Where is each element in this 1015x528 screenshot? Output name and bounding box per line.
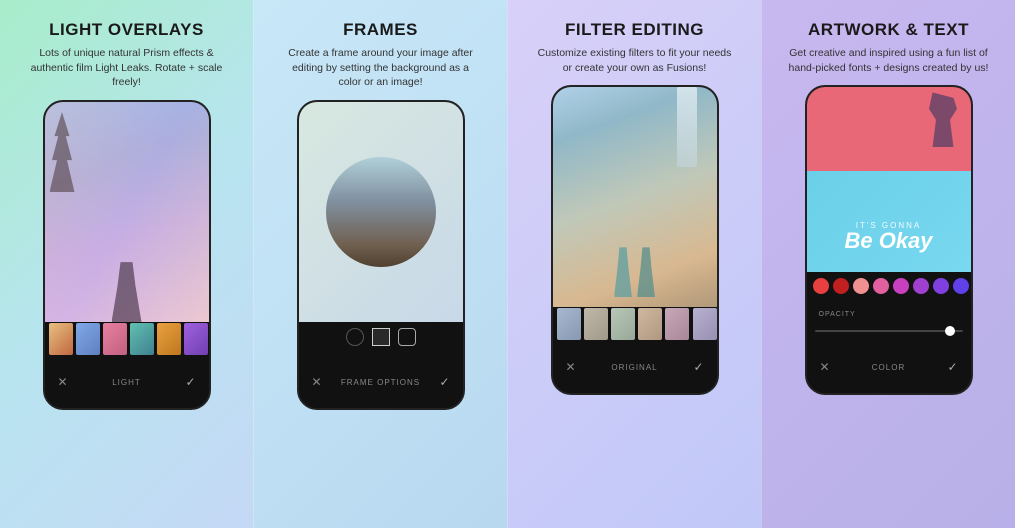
p3-thumb-nz bbox=[611, 308, 635, 340]
p3-image-area bbox=[553, 87, 717, 307]
p1-thumb-5 bbox=[157, 323, 181, 355]
p2-circle-frame bbox=[326, 157, 436, 267]
panel-1-title: LIGHT OVERLAYS bbox=[49, 20, 204, 40]
p2-rounded-shape-btn[interactable] bbox=[398, 328, 416, 346]
panel-3-desc: Customize existing filters to fit your n… bbox=[535, 46, 735, 75]
p2-bottom-label: FRAME OPTIONS bbox=[325, 378, 437, 387]
p3-figure-1 bbox=[614, 247, 632, 297]
phone-screen-3: FLORA WICKLOW NZ CAPE bbox=[553, 87, 717, 393]
phone-mockup-2: ◎ + ✕ FRAME OPTIONS ✓ bbox=[297, 100, 465, 410]
p3-thumb-cape bbox=[638, 308, 662, 340]
p4-opacity-label: OPACITY bbox=[813, 311, 862, 318]
p4-color-magenta[interactable] bbox=[893, 278, 909, 294]
panel-1-desc: Lots of unique natural Prism effects & a… bbox=[27, 46, 227, 90]
p4-slider-row bbox=[807, 321, 971, 341]
p4-color-hotpink[interactable] bbox=[873, 278, 889, 294]
panel-2-title: FRAMES bbox=[343, 20, 418, 40]
p3-figures bbox=[614, 247, 655, 297]
p2-confirm-icon[interactable]: ✓ bbox=[437, 375, 453, 389]
panel-4-desc: Get creative and inspired using a fun li… bbox=[789, 46, 989, 75]
p2-screen-content bbox=[299, 102, 463, 322]
p2-circle-shape-btn[interactable] bbox=[346, 328, 364, 346]
p4-slider-knob[interactable] bbox=[945, 326, 955, 336]
p3-bottom-label: ORIGINAL bbox=[579, 363, 691, 372]
phone-mockup-4: IT'S GONNA Be Okay bbox=[805, 85, 973, 395]
panel-frames: FRAMES Create a frame around your image … bbox=[253, 0, 507, 528]
p3-thumb-lore bbox=[693, 308, 717, 340]
p3-close-icon[interactable]: ✕ bbox=[563, 360, 579, 374]
p3-figure-2 bbox=[637, 247, 655, 297]
p2-bottom-bar: ✕ FRAME OPTIONS ✓ bbox=[299, 356, 463, 408]
p3-confirm-icon[interactable]: ✓ bbox=[691, 360, 707, 374]
p4-overlay-small-text: IT'S GONNA bbox=[829, 221, 949, 230]
p4-confirm-icon[interactable]: ✓ bbox=[945, 360, 961, 374]
p3-thumb-wicklow bbox=[584, 308, 608, 340]
p1-image-area bbox=[45, 102, 209, 322]
p4-color-indigo[interactable] bbox=[953, 278, 969, 294]
p4-overlay-big-text: Be Okay bbox=[829, 230, 949, 252]
p4-text-overlay: IT'S GONNA Be Okay bbox=[829, 221, 949, 252]
p4-color-darkred[interactable] bbox=[833, 278, 849, 294]
p4-color-red[interactable] bbox=[813, 278, 829, 294]
p1-thumb-6 bbox=[184, 323, 208, 355]
p4-image-area: IT'S GONNA Be Okay bbox=[807, 87, 971, 272]
p4-color-palette bbox=[807, 272, 971, 300]
p4-color-purple1[interactable] bbox=[913, 278, 929, 294]
p1-thumb-1 bbox=[49, 323, 73, 355]
phone-screen-2: ◎ + ✕ FRAME OPTIONS ✓ bbox=[299, 102, 463, 408]
p1-close-icon[interactable]: ✕ bbox=[55, 375, 71, 389]
phone-screen-1: LEAK5 LEAK6 LEAK7 LEAK8 bbox=[45, 102, 209, 408]
p2-square-shape-btn[interactable] bbox=[372, 328, 390, 346]
p1-bottom-bar: ✕ LIGHT ✓ bbox=[45, 356, 209, 408]
panel-2-desc: Create a frame around your image after e… bbox=[281, 46, 481, 90]
p2-close-icon[interactable]: ✕ bbox=[309, 375, 325, 389]
p2-shape-controls bbox=[299, 322, 463, 352]
p4-bottom-bar: ✕ COLOR ✓ bbox=[807, 341, 971, 393]
panel-4-title: ARTWORK & TEXT bbox=[808, 20, 969, 40]
p4-color-purple2[interactable] bbox=[933, 278, 949, 294]
p4-bottom-label: COLOR bbox=[833, 363, 945, 372]
p3-thumb-flora bbox=[557, 308, 581, 340]
p1-thumb-4 bbox=[130, 323, 154, 355]
p4-opacity-section: OPACITY bbox=[807, 300, 971, 321]
panel-3-title: FILTER EDITING bbox=[565, 20, 704, 40]
p1-thumb-2 bbox=[76, 323, 100, 355]
p3-bottom-bar: ✕ ORIGINAL ✓ bbox=[553, 341, 717, 393]
p3-waterfall bbox=[677, 87, 697, 167]
phone-screen-4: IT'S GONNA Be Okay bbox=[807, 87, 971, 393]
panel-filter-editing: FILTER EDITING Customize existing filter… bbox=[507, 0, 761, 528]
p4-close-icon[interactable]: ✕ bbox=[817, 360, 833, 374]
phone-mockup-1: LEAK5 LEAK6 LEAK7 LEAK8 bbox=[43, 100, 211, 410]
p4-color-pink[interactable] bbox=[853, 278, 869, 294]
p1-thumb-3 bbox=[103, 323, 127, 355]
panel-light-overlays: LIGHT OVERLAYS Lots of unique natural Pr… bbox=[0, 0, 253, 528]
p3-thumb-solstice bbox=[665, 308, 689, 340]
p1-bottom-label: LIGHT bbox=[71, 378, 183, 387]
p2-boat-image bbox=[326, 157, 436, 267]
p4-slider-track[interactable] bbox=[815, 330, 963, 332]
panel-artwork-text: ARTWORK & TEXT Get creative and inspired… bbox=[761, 0, 1015, 528]
p1-confirm-icon[interactable]: ✓ bbox=[183, 375, 199, 389]
phone-mockup-3: FLORA WICKLOW NZ CAPE bbox=[551, 85, 719, 395]
